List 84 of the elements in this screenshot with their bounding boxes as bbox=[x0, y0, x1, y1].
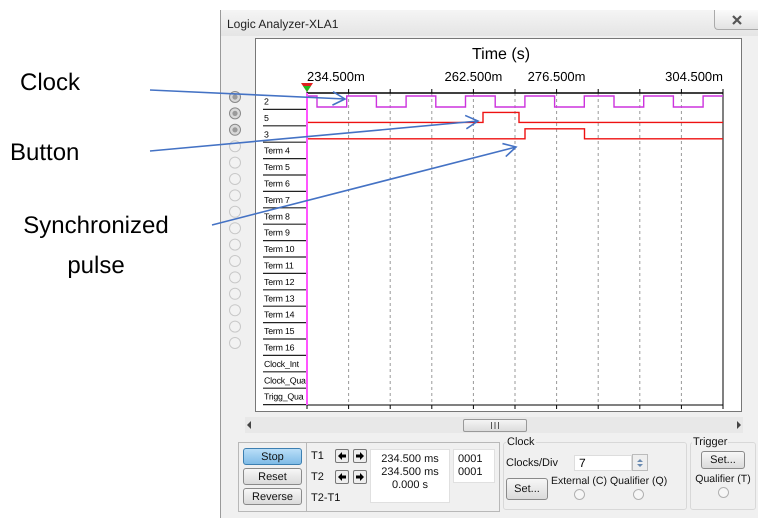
channel-radio[interactable] bbox=[229, 107, 241, 120]
channel-label: Clock_Qua bbox=[264, 375, 306, 386]
left-arrow-button[interactable] bbox=[335, 470, 349, 484]
scrollbar[interactable] bbox=[245, 417, 743, 433]
channel-radio[interactable] bbox=[229, 156, 241, 169]
channel-radio[interactable] bbox=[229, 124, 241, 136]
channel-radio[interactable] bbox=[229, 189, 241, 202]
channel-label: Term 6 bbox=[264, 178, 290, 188]
channel-label: Term 9 bbox=[264, 228, 290, 238]
left-arrow-icon bbox=[337, 451, 347, 462]
channel-label: Term 4 bbox=[264, 146, 290, 156]
hex-value: 0001 bbox=[458, 466, 484, 479]
channel-radio[interactable] bbox=[229, 173, 241, 185]
annotation-label: Synchronized pulse bbox=[22, 211, 170, 281]
left-arrow-button[interactable] bbox=[335, 449, 349, 464]
channel-label: Term 11 bbox=[264, 260, 294, 270]
channel-radio[interactable] bbox=[229, 206, 241, 218]
cursor-icon[interactable] bbox=[301, 83, 313, 92]
time-tick-label: 262.500m bbox=[444, 69, 502, 84]
radio-button[interactable] bbox=[718, 487, 728, 498]
close-button[interactable] bbox=[714, 10, 758, 30]
right-arrow-icon bbox=[355, 472, 365, 482]
channel-label: Trigg_Qua bbox=[264, 392, 304, 402]
channel-radio[interactable] bbox=[229, 320, 241, 333]
cursor-label: T2-T1 bbox=[311, 492, 340, 504]
channel-label: Term 5 bbox=[264, 162, 290, 172]
time-tick-label: 304.500m bbox=[665, 69, 723, 84]
channel-label: Term 14 bbox=[264, 310, 294, 320]
scroll-right-icon[interactable] bbox=[735, 421, 743, 429]
channel-radio[interactable] bbox=[229, 271, 241, 284]
window-title: Logic Analyzer-XLA1 bbox=[227, 17, 338, 31]
option-label: Qualifier (Q) bbox=[610, 475, 668, 487]
cursor-label: T2 bbox=[311, 471, 325, 483]
grip-icon bbox=[490, 422, 500, 428]
group-title: Trigger bbox=[692, 436, 728, 448]
annotation-label: Button bbox=[10, 138, 80, 168]
radio-button[interactable] bbox=[633, 489, 644, 500]
channel-label: Term 15 bbox=[264, 326, 294, 336]
channel-radio[interactable] bbox=[229, 255, 241, 267]
control-button[interactable]: Stop bbox=[243, 448, 302, 465]
channel-label: 5 bbox=[264, 112, 269, 123]
annotation-label: Clock bbox=[20, 68, 80, 98]
set-button[interactable]: Set... bbox=[506, 478, 548, 500]
close-icon bbox=[730, 14, 742, 26]
option-label: External (C) bbox=[551, 475, 608, 487]
time-tick-label: 234.500m bbox=[307, 69, 365, 84]
channel-radio[interactable] bbox=[229, 140, 241, 152]
channel-label: Term 16 bbox=[264, 342, 294, 352]
left-arrow-icon bbox=[337, 472, 347, 482]
right-arrow-button[interactable] bbox=[353, 449, 367, 464]
time-value: 234.500 ms bbox=[381, 466, 439, 479]
channel-radio[interactable] bbox=[229, 238, 241, 251]
set-button[interactable]: Set... bbox=[701, 451, 745, 469]
right-arrow-button[interactable] bbox=[353, 470, 367, 484]
channel-label: 3 bbox=[264, 129, 269, 140]
channel-radio[interactable] bbox=[229, 304, 241, 316]
radio-button[interactable] bbox=[574, 489, 584, 500]
channel-label: Term 10 bbox=[264, 244, 294, 254]
spinner-button[interactable] bbox=[632, 454, 648, 471]
spinner-icon bbox=[636, 456, 644, 468]
time-value: 0.000 s bbox=[392, 479, 428, 492]
cursor-label: T1 bbox=[311, 450, 325, 462]
field-label: Clocks/Div bbox=[506, 456, 558, 468]
time-tick-label: 276.500m bbox=[528, 69, 586, 84]
hex-value: 0001 bbox=[458, 453, 484, 466]
group-title: Clock bbox=[506, 436, 536, 448]
channel-label: Term 7 bbox=[264, 194, 290, 205]
time-value: 234.500 ms bbox=[381, 453, 439, 466]
control-button[interactable]: Reset bbox=[243, 468, 302, 485]
channel-label: Term 8 bbox=[264, 211, 290, 222]
channel-label: Term 12 bbox=[264, 276, 294, 287]
channel-label: Term 13 bbox=[264, 293, 294, 304]
scroll-left-icon[interactable] bbox=[245, 421, 253, 429]
channel-label: Clock_Int bbox=[264, 358, 299, 369]
channel-radio[interactable] bbox=[229, 222, 241, 234]
clocks-per-div-field[interactable]: 7 bbox=[574, 454, 632, 470]
option-label: Qualifier (T) bbox=[695, 473, 751, 485]
control-button[interactable]: Reverse bbox=[243, 488, 302, 505]
scroll-thumb[interactable] bbox=[463, 418, 527, 432]
channel-label: 2 bbox=[264, 96, 269, 106]
channel-radio[interactable] bbox=[229, 288, 241, 300]
channel-radio[interactable] bbox=[229, 337, 241, 349]
right-arrow-icon bbox=[355, 451, 365, 462]
axis-title: Time (s) bbox=[472, 46, 530, 63]
